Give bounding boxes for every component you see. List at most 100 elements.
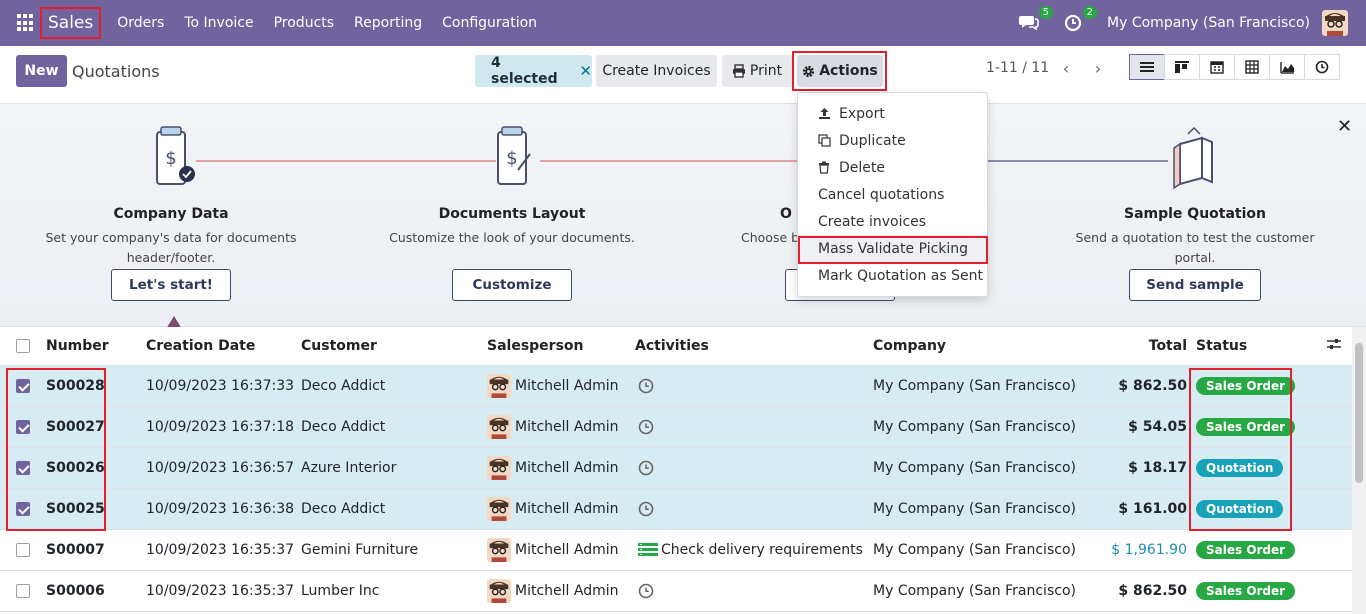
action-cancel-quotations[interactable]: Cancel quotations	[798, 181, 987, 208]
action-label: Delete	[839, 159, 885, 176]
activity-cell[interactable]	[638, 501, 654, 517]
salesperson-name: Mitchell Admin	[515, 501, 619, 517]
menu-orders[interactable]: Orders	[107, 15, 174, 31]
pager-next[interactable]: ›	[1082, 54, 1114, 82]
table-row[interactable]: S00027 10/09/2023 16:37:18 Deco Addict M…	[0, 407, 1352, 448]
send-sample-button[interactable]: Send sample	[1129, 269, 1261, 301]
customize-button[interactable]: Customize	[452, 269, 572, 301]
new-button[interactable]: New	[16, 55, 67, 87]
close-icon[interactable]: ✕	[1337, 116, 1352, 137]
kanban-view-button[interactable]	[1164, 54, 1200, 80]
activity-summary: Check delivery requirements	[661, 542, 863, 558]
user-avatar[interactable]	[1322, 10, 1348, 36]
unselect-icon[interactable]: ✕	[579, 62, 592, 80]
activity-cell[interactable]	[638, 460, 654, 476]
action-mark-quotation-sent[interactable]: Mark Quotation as Sent	[798, 262, 987, 289]
clock-icon	[1064, 14, 1082, 32]
order-total: $ 1,961.90	[1111, 542, 1187, 558]
company-name: My Company (San Francisco)	[873, 583, 1076, 599]
action-export[interactable]: Export	[798, 100, 987, 127]
print-icon	[732, 64, 745, 78]
lets-start-button[interactable]: Let's start!	[111, 269, 231, 301]
row-checkbox[interactable]	[16, 584, 30, 598]
menu-to-invoice[interactable]: To Invoice	[174, 15, 263, 31]
copy-icon	[818, 134, 834, 147]
pivot-view-button[interactable]	[1234, 54, 1270, 80]
status-badge: Sales Order	[1196, 582, 1296, 600]
clock-icon	[638, 419, 654, 435]
kanban-icon	[1175, 61, 1189, 73]
menu-products[interactable]: Products	[264, 15, 344, 31]
vertical-scrollbar[interactable]	[1352, 327, 1366, 614]
activities-count-badge: 2	[1082, 6, 1098, 19]
activity-cell[interactable]: Check delivery requirements	[638, 542, 863, 558]
table-row[interactable]: S00025 10/09/2023 16:36:38 Deco Addict M…	[0, 489, 1352, 530]
company-name: My Company (San Francisco)	[873, 460, 1076, 476]
action-duplicate[interactable]: Duplicate	[798, 127, 987, 154]
column-activities[interactable]: Activities	[635, 338, 709, 354]
calendar-view-button[interactable]	[1199, 54, 1235, 80]
creation-date: 10/09/2023 16:36:38	[146, 501, 295, 517]
table-row[interactable]: S00028 10/09/2023 16:37:33 Deco Addict M…	[0, 366, 1352, 407]
open-box-icon	[1065, 124, 1325, 196]
creation-date: 10/09/2023 16:36:57	[146, 460, 295, 476]
main-menu: Orders To Invoice Products Reporting Con…	[107, 15, 547, 31]
table-header: Number Creation Date Customer Salesperso…	[0, 327, 1352, 366]
app-name[interactable]: Sales	[40, 7, 102, 39]
page-title: Quotations	[72, 62, 160, 81]
salesperson-name: Mitchell Admin	[515, 460, 619, 476]
salesperson: Mitchell Admin	[487, 415, 619, 439]
column-creation-date[interactable]: Creation Date	[146, 338, 255, 354]
customer-name: Deco Addict	[301, 501, 386, 517]
pager-value[interactable]: 1-11 / 11	[986, 60, 1049, 76]
onboarding-step-company-data: $ Company Data Set your company's data f…	[41, 124, 301, 268]
clock-icon	[638, 583, 654, 599]
activity-cell[interactable]	[638, 419, 654, 435]
column-company[interactable]: Company	[873, 338, 946, 354]
activity-view-button[interactable]	[1304, 54, 1340, 80]
step-title: Sample Quotation	[1123, 206, 1266, 222]
creation-date: 10/09/2023 16:37:18	[146, 419, 295, 435]
table-row[interactable]: S00006 10/09/2023 16:35:37 Lumber Inc Mi…	[0, 571, 1352, 612]
apps-grid-icon[interactable]	[17, 14, 35, 32]
creation-date: 10/09/2023 16:37:33	[146, 378, 295, 394]
column-status[interactable]: Status	[1196, 338, 1247, 354]
print-button[interactable]: Print	[722, 55, 792, 87]
list-view-button[interactable]	[1129, 54, 1165, 80]
menu-configuration[interactable]: Configuration	[432, 15, 547, 31]
pager-previous[interactable]: ‹	[1050, 54, 1082, 82]
area-chart-icon	[1279, 61, 1294, 74]
activity-cell[interactable]	[638, 583, 654, 599]
step-description: Send a quotation to test the customer po…	[1075, 230, 1315, 265]
graph-view-button[interactable]	[1269, 54, 1305, 80]
order-number: S00006	[46, 583, 105, 599]
column-customer[interactable]: Customer	[301, 338, 377, 354]
action-create-invoices[interactable]: Create invoices	[798, 208, 987, 235]
chevron-right-icon: ›	[1094, 58, 1102, 78]
column-salesperson[interactable]: Salesperson	[487, 338, 584, 354]
customer-name: Deco Addict	[301, 378, 386, 394]
avatar	[487, 415, 511, 439]
status-column-highlight	[1189, 368, 1292, 531]
table-row[interactable]: S00026 10/09/2023 16:36:57 Azure Interio…	[0, 448, 1352, 489]
create-invoices-button[interactable]: Create Invoices	[596, 55, 717, 87]
column-number[interactable]: Number	[46, 338, 109, 354]
upload-icon	[818, 107, 834, 120]
scrollbar-thumb[interactable]	[1355, 343, 1363, 483]
salesperson-name: Mitchell Admin	[515, 419, 619, 435]
messages-button[interactable]: 5	[1019, 6, 1054, 34]
row-checkbox[interactable]	[16, 543, 30, 557]
company-switcher[interactable]: My Company (San Francisco)	[1107, 15, 1310, 31]
table-row[interactable]: S00007 10/09/2023 16:35:37 Gemini Furnit…	[0, 530, 1352, 571]
menu-reporting[interactable]: Reporting	[344, 15, 432, 31]
optional-columns-icon[interactable]	[1326, 337, 1342, 355]
activity-cell[interactable]	[638, 378, 654, 394]
select-all-checkbox[interactable]	[16, 339, 30, 353]
print-label: Print	[749, 63, 783, 79]
action-delete[interactable]: Delete	[798, 154, 987, 181]
column-total[interactable]: Total	[1149, 338, 1187, 354]
order-number: S00007	[46, 542, 105, 558]
salesperson-name: Mitchell Admin	[515, 583, 619, 599]
step-title: Documents Layout	[438, 206, 586, 222]
activities-button[interactable]: 2	[1063, 6, 1098, 34]
